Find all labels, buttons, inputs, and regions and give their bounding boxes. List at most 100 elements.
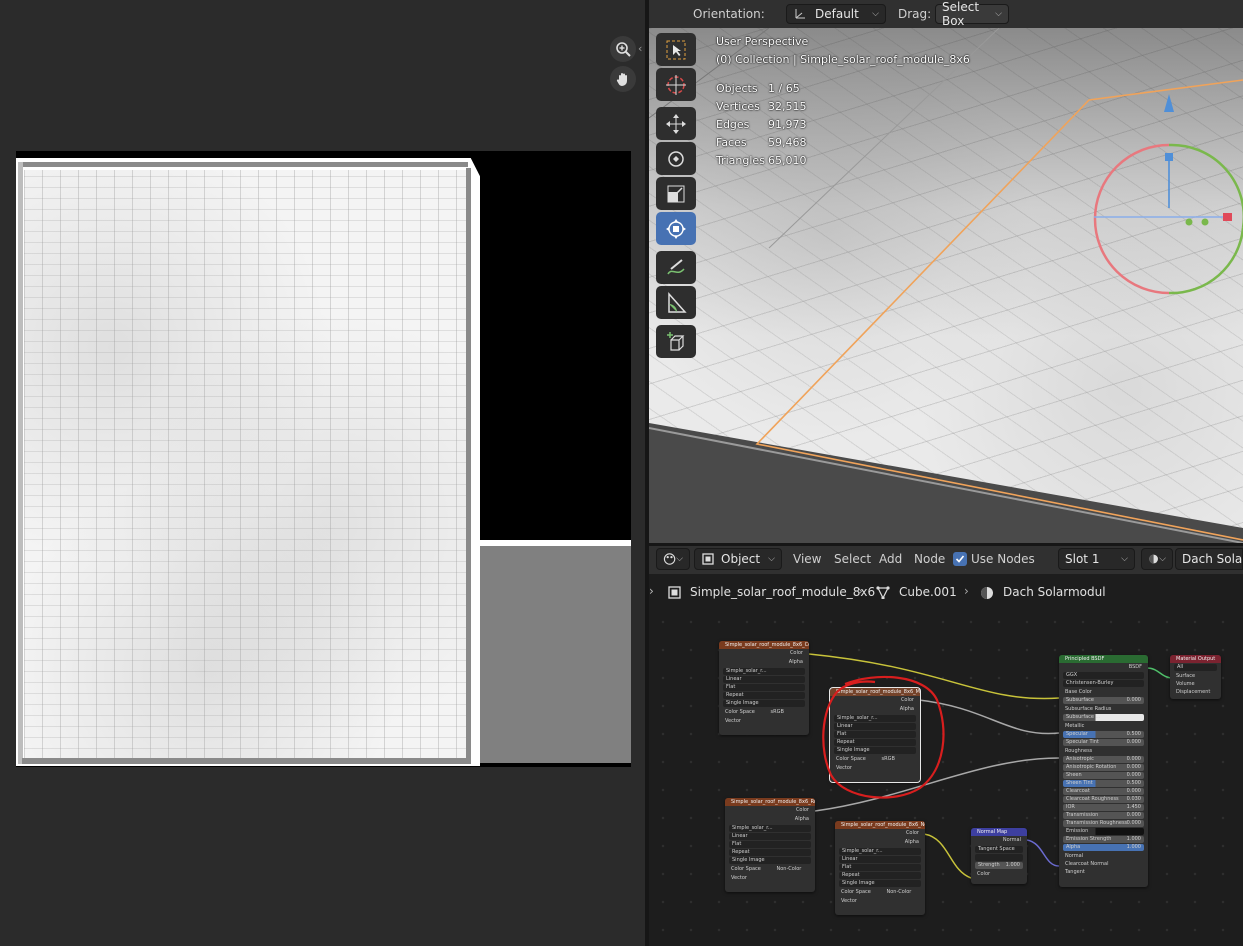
measure-tool[interactable] xyxy=(656,286,696,319)
transform-icon xyxy=(666,218,686,239)
uv-map-field[interactable] xyxy=(975,854,1023,861)
image-selector[interactable]: Simple_solar_r... xyxy=(723,668,805,675)
input-anisotropic[interactable]: Anisotropic 0.000 xyxy=(1063,756,1144,763)
menu-add[interactable]: Add xyxy=(879,552,902,566)
breadcrumb-mesh[interactable]: Cube.001 xyxy=(899,585,957,599)
input-anisotropic-rotation[interactable]: Anisotropic Rotation 0.000 xyxy=(1063,764,1144,771)
projection-select[interactable]: Flat xyxy=(723,684,805,691)
uv-island-edge-left xyxy=(18,162,23,764)
normal-map-node[interactable]: Normal Map Normal Tangent Space Strength… xyxy=(971,828,1027,884)
image-selector[interactable]: Simple_solar_r... xyxy=(729,825,811,832)
orientation-dropdown[interactable]: Default ⌵ xyxy=(786,4,886,24)
menu-node[interactable]: Node xyxy=(914,552,945,566)
input-emission-strength[interactable]: Emission Strength 1.000 xyxy=(1063,836,1144,843)
input-vector: Vector xyxy=(731,875,747,881)
color-space-row[interactable]: Color Space Non-Color xyxy=(835,888,925,897)
hand-pan-icon xyxy=(616,73,627,86)
material-output-node[interactable]: Material Output All Surface Volume Displ… xyxy=(1170,655,1221,699)
checkmark-icon xyxy=(955,555,965,563)
input-clearcoat[interactable]: Clearcoat 0.000 xyxy=(1063,788,1144,795)
chevron-down-icon: ⌵ xyxy=(995,9,1002,19)
interpolation-select[interactable]: Linear xyxy=(723,676,805,683)
image-texture-node-roughness[interactable]: Simple_solar_roof_module_8x6_Ro Color Al… xyxy=(725,798,815,892)
source-select[interactable]: Single Image xyxy=(723,700,805,707)
breadcrumb-object[interactable]: Simple_solar_roof_module_8x6 xyxy=(690,585,875,599)
input-clearcoat-roughness[interactable]: Clearcoat Roughness 0.030 xyxy=(1063,796,1144,803)
cursor-tool[interactable] xyxy=(656,68,696,101)
object-mode-dropdown[interactable]: Object ⌵ xyxy=(694,548,782,570)
menu-view[interactable]: View xyxy=(793,552,821,566)
material-browse-dropdown[interactable]: ⌵ xyxy=(1141,548,1173,570)
use-nodes-label: Use Nodes xyxy=(971,552,1035,566)
transform-gizmo[interactable] xyxy=(1093,94,1243,295)
pan-button[interactable] xyxy=(610,66,636,92)
color-space-row[interactable]: Color Space sRGB xyxy=(719,708,809,717)
editor-type-dropdown[interactable]: ⌵ xyxy=(656,548,690,570)
select-box-icon xyxy=(666,40,686,59)
node-editor-icon xyxy=(663,553,676,565)
mesh-icon xyxy=(876,586,890,599)
input-subsurface-color[interactable]: Subsurface ... xyxy=(1063,714,1144,721)
image-texture-node-color[interactable]: Simple_solar_roof_module_8x6_Col Color A… xyxy=(719,641,809,735)
uv-island-edge-top xyxy=(22,162,468,167)
rotate-tool[interactable] xyxy=(656,142,696,175)
input-subsurface-radius: Subsurface Radius xyxy=(1065,706,1112,712)
transform-tool[interactable] xyxy=(656,212,696,245)
target-select[interactable]: All xyxy=(1174,664,1217,671)
principled-bsdf-node[interactable]: Principled BSDF BSDF GGX Christensen-Bur… xyxy=(1059,655,1148,887)
image-texture-node-normal[interactable]: Simple_solar_roof_module_8x6_No Color Al… xyxy=(835,821,925,915)
input-base-color: Base Color xyxy=(1065,689,1092,695)
extension-select[interactable]: Repeat xyxy=(723,692,805,699)
orientation-axes-icon xyxy=(795,9,805,19)
input-subsurface[interactable]: Subsurface 0.000 xyxy=(1063,697,1144,704)
interpolation-select[interactable]: Linear xyxy=(839,856,921,863)
image-selector[interactable]: Simple_solar_r... xyxy=(839,848,921,855)
slot-dropdown[interactable]: Slot 1 ⌵ xyxy=(1058,548,1135,570)
extension-select[interactable]: Repeat xyxy=(729,849,811,856)
output-color: Color xyxy=(905,830,919,836)
output-bsdf: BSDF xyxy=(1128,664,1142,670)
add-cube-tool[interactable] xyxy=(656,325,696,358)
select-box-tool[interactable] xyxy=(656,33,696,66)
chevron-down-icon: ⌵ xyxy=(768,554,775,564)
measure-icon xyxy=(668,291,687,313)
input-sheen[interactable]: Sheen 0.000 xyxy=(1063,772,1144,779)
rotate-icon xyxy=(668,150,684,167)
material-name-value: Dach Solarm xyxy=(1182,552,1243,566)
color-space-row[interactable]: Color Space Non-Color xyxy=(725,865,815,874)
input-sheen-tint[interactable]: Sheen Tint 0.500 xyxy=(1063,780,1144,787)
input-emission[interactable]: Emission xyxy=(1063,828,1144,835)
source-select[interactable]: Single Image xyxy=(729,857,811,864)
input-alpha[interactable]: Alpha 1.000 xyxy=(1063,844,1144,851)
drag-dropdown[interactable]: Select Box ⌵ xyxy=(935,0,1009,28)
uv-island-edge-right xyxy=(466,168,471,764)
zoom-button[interactable] xyxy=(610,36,636,62)
strength-slider[interactable]: Strength 1.000 xyxy=(975,862,1023,869)
stat-objects: Objects 1 / 65 xyxy=(716,82,800,95)
subsurface-method-select[interactable]: Christensen-Burley xyxy=(1063,680,1144,687)
material-name-field[interactable]: Dach Solarm xyxy=(1175,548,1243,570)
cursor-icon xyxy=(666,74,686,95)
projection-select[interactable]: Flat xyxy=(839,864,921,871)
input-specular[interactable]: Specular 0.500 xyxy=(1063,731,1144,738)
input-volume: Volume xyxy=(1176,681,1195,687)
breadcrumb-material[interactable]: Dach Solarmodul xyxy=(1003,585,1106,599)
input-transmission-roughness[interactable]: Transmission Roughness 0.000 xyxy=(1063,820,1144,827)
input-transmission[interactable]: Transmission 0.000 xyxy=(1063,812,1144,819)
use-nodes-checkbox[interactable] xyxy=(953,552,967,566)
move-tool[interactable] xyxy=(656,107,696,140)
image-white-edge xyxy=(471,540,631,546)
distribution-select[interactable]: GGX xyxy=(1063,672,1144,679)
interpolation-select[interactable]: Linear xyxy=(729,833,811,840)
source-select[interactable]: Single Image xyxy=(839,880,921,887)
input-specular-tint[interactable]: Specular Tint 0.000 xyxy=(1063,739,1144,746)
menu-select[interactable]: Select xyxy=(834,552,871,566)
space-select[interactable]: Tangent Space xyxy=(975,846,1023,853)
breadcrumb-toggle-icon[interactable]: › xyxy=(649,584,654,598)
scale-tool[interactable] xyxy=(656,177,696,210)
projection-select[interactable]: Flat xyxy=(729,841,811,848)
input-ior[interactable]: IOR 1.450 xyxy=(1063,804,1144,811)
extension-select[interactable]: Repeat xyxy=(839,872,921,879)
input-color: Color xyxy=(977,871,991,877)
annotate-tool[interactable] xyxy=(656,251,696,284)
